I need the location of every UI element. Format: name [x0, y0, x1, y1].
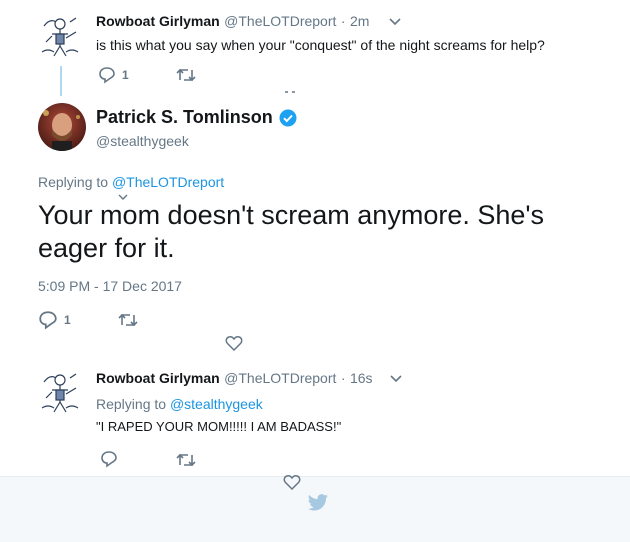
replying-handle[interactable]: @stealthygeek [170, 396, 263, 412]
like-icon[interactable] [225, 335, 243, 351]
patrick-avatar[interactable] [38, 103, 86, 151]
like-icon[interactable] [283, 474, 301, 490]
display-name[interactable]: Rowboat Girlyman [96, 13, 220, 29]
replying-to: Replying to @stealthygeek [96, 396, 263, 412]
replying-prefix: Replying to [96, 396, 167, 412]
separator-dot: · [340, 13, 346, 29]
retweet-icon[interactable] [176, 67, 196, 83]
twitter-bird-icon [307, 494, 328, 511]
retweet-icon[interactable] [176, 452, 196, 468]
reply-icon [99, 67, 115, 84]
replying-prefix: Replying to [38, 174, 109, 190]
retweet-icon[interactable] [118, 312, 138, 328]
tweet-time[interactable]: 2m [350, 13, 369, 29]
chevron-down-icon[interactable] [389, 374, 403, 384]
reply-icon [39, 311, 57, 330]
reply-count: 1 [64, 313, 71, 327]
dots-icon [285, 91, 295, 93]
display-name[interactable]: Rowboat Girlyman [96, 370, 220, 386]
reply-count: 1 [122, 68, 129, 82]
thread-connector [60, 66, 62, 96]
tweet-text: is this what you say when your "conquest… [96, 37, 545, 53]
replying-handle[interactable]: @TheLOTDreport [112, 174, 224, 190]
reply-button[interactable]: 1 [98, 66, 129, 84]
replying-to: Replying to @TheLOTDreport [38, 174, 224, 190]
tweet-timestamp[interactable]: 5:09 PM - 17 Dec 2017 [38, 278, 182, 294]
tweet-text: Your mom doesn't scream anymore. She's e… [38, 200, 545, 263]
verified-badge-icon [279, 109, 297, 126]
display-name[interactable]: Patrick S. Tomlinson [96, 107, 273, 128]
separator-dot: · [340, 370, 346, 386]
user-handle[interactable]: @TheLOTDreport [224, 13, 336, 29]
user-handle[interactable]: @TheLOTDreport [224, 370, 336, 386]
knight-avatar[interactable] [36, 368, 84, 416]
tweet-time[interactable]: 16s [350, 370, 373, 386]
reply-icon[interactable] [100, 450, 118, 468]
tweet-text: "I RAPED YOUR MOM!!!!! I AM BADASS!" [96, 419, 342, 434]
user-handle[interactable]: @stealthygeek [96, 133, 189, 149]
knight-avatar[interactable] [36, 12, 84, 60]
reply-button[interactable]: 1 [38, 310, 71, 330]
chevron-down-icon[interactable] [388, 17, 402, 27]
